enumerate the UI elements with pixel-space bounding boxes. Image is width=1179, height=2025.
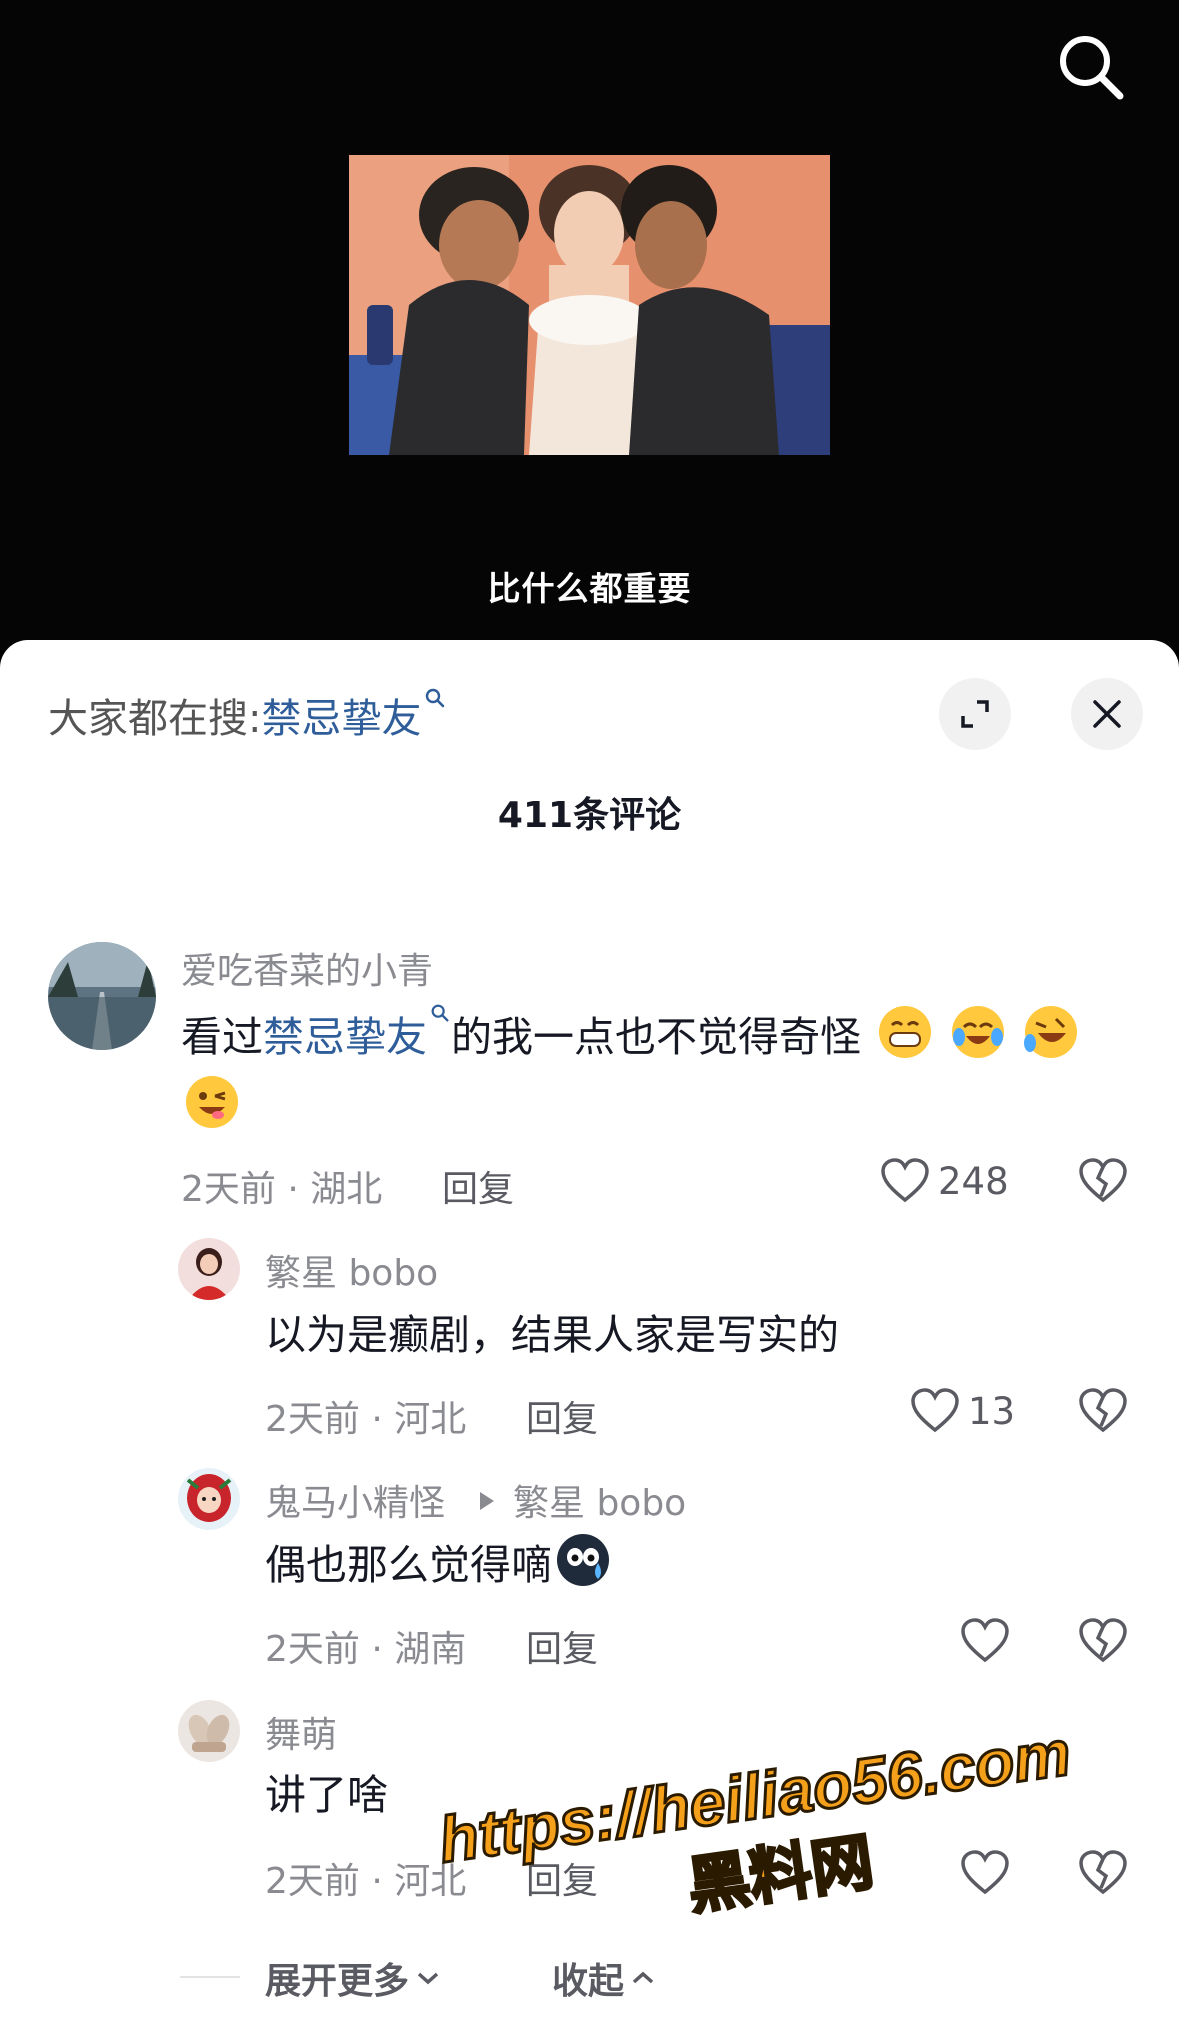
comment-text: 看过禁忌挚友 的我一点也不觉得奇怪: [181, 1002, 1131, 1142]
heart-icon: [911, 1388, 959, 1433]
avatar[interactable]: [48, 942, 156, 1050]
search-button[interactable]: [1052, 28, 1132, 108]
heart-icon: [881, 1158, 929, 1203]
reply-text-content: 偶也那么觉得嘀: [265, 1541, 552, 1589]
broken-heart-icon: [1079, 1850, 1127, 1895]
reply-text: 以为是癫剧，结果人家是写实的: [265, 1311, 839, 1359]
avatar[interactable]: [178, 1238, 240, 1300]
comment-count: 411条评论: [497, 795, 682, 836]
laugh-cry-emoji-icon: [952, 1006, 1005, 1058]
rofl-emoji-icon: [1024, 1006, 1078, 1058]
comment-sheet: 大家都在搜:禁忌挚友 411条评论 爱吃香菜的小青 看过禁忌挚友 的我一点也不觉得…: [0, 640, 1179, 2025]
sweat-emoji-icon: [557, 1534, 609, 1586]
chevron-up-icon: [632, 1971, 654, 1984]
avatar[interactable]: [178, 1700, 240, 1762]
reply-text: 偶也那么觉得嘀: [265, 1530, 612, 1600]
search-small-icon: [426, 688, 445, 708]
video-caption: 比什么都重要: [487, 569, 692, 608]
collapse-button[interactable]: 收起: [552, 1952, 656, 2004]
comment-text-post: 的我一点也不觉得奇怪: [451, 1013, 861, 1061]
broken-heart-icon: [1079, 1158, 1127, 1203]
search-icon: [1060, 36, 1124, 100]
dislike-button[interactable]: [1078, 1850, 1128, 1900]
like-count: 13: [968, 1389, 1016, 1433]
like-button[interactable]: 13: [910, 1388, 1015, 1434]
heart-icon: [961, 1850, 1009, 1895]
like-button[interactable]: 248: [880, 1158, 1009, 1204]
dislike-button[interactable]: [1078, 1618, 1128, 1668]
replies-controls: 展开更多 收起: [0, 1948, 1179, 2008]
dislike-button[interactable]: [1078, 1158, 1128, 1208]
like-button[interactable]: [960, 1618, 1010, 1664]
hot-search-term[interactable]: 禁忌挚友: [261, 696, 421, 742]
close-button[interactable]: [1071, 678, 1143, 750]
reply-time-location: 2天前 · 河北: [265, 1399, 467, 1440]
heart-icon: [961, 1618, 1009, 1663]
reply-username[interactable]: 舞萌: [265, 1706, 337, 1758]
divider-line: [180, 1976, 240, 1978]
collapse-label: 收起: [552, 1961, 625, 2002]
chevron-down-icon: [417, 1972, 439, 1985]
reply-time-location: 2天前 · 湖南: [265, 1629, 467, 1670]
expand-icon: [961, 700, 989, 728]
wink-emoji-icon: [186, 1076, 238, 1128]
expand-sheet-button[interactable]: [939, 678, 1011, 750]
reply-button[interactable]: 回复: [442, 1160, 514, 1212]
grin-emoji-icon: [879, 1006, 932, 1058]
reply-username[interactable]: 繁星 bobo: [265, 1244, 438, 1296]
video-player[interactable]: 比什么都重要: [0, 0, 1179, 650]
search-small-icon: [431, 1004, 449, 1022]
like-count: 248: [938, 1159, 1009, 1203]
like-button[interactable]: [960, 1850, 1010, 1896]
reply-username[interactable]: 鬼马小精怪: [265, 1474, 445, 1526]
reply-button[interactable]: 回复: [526, 1620, 598, 1672]
hot-search-prefix: 大家都在搜:: [48, 696, 262, 742]
reply-arrow-icon: [480, 1492, 494, 1510]
expand-more-label: 展开更多: [265, 1961, 410, 2002]
comment-time-location: 2天前 · 湖北: [181, 1169, 383, 1210]
reply-text: 讲了啥: [265, 1771, 388, 1819]
comment-username[interactable]: 爱吃香菜的小青: [181, 942, 433, 994]
dislike-button[interactable]: [1078, 1388, 1128, 1438]
reply-button[interactable]: 回复: [526, 1852, 598, 1904]
reply-button[interactable]: 回复: [526, 1390, 598, 1442]
reply-time-location: 2天前 · 河北: [265, 1861, 467, 1902]
video-frame: [349, 155, 830, 455]
comment-search-link[interactable]: 禁忌挚友: [263, 1013, 427, 1061]
comment-text-pre: 看过: [181, 1013, 263, 1061]
broken-heart-icon: [1079, 1388, 1127, 1433]
expand-more-button[interactable]: 展开更多: [265, 1952, 441, 2004]
hot-search-bar[interactable]: 大家都在搜:禁忌挚友: [48, 686, 447, 744]
reply-to-username[interactable]: 繁星 bobo: [513, 1474, 686, 1526]
close-icon: [1093, 700, 1121, 728]
broken-heart-icon: [1079, 1618, 1127, 1663]
avatar[interactable]: [178, 1468, 240, 1530]
